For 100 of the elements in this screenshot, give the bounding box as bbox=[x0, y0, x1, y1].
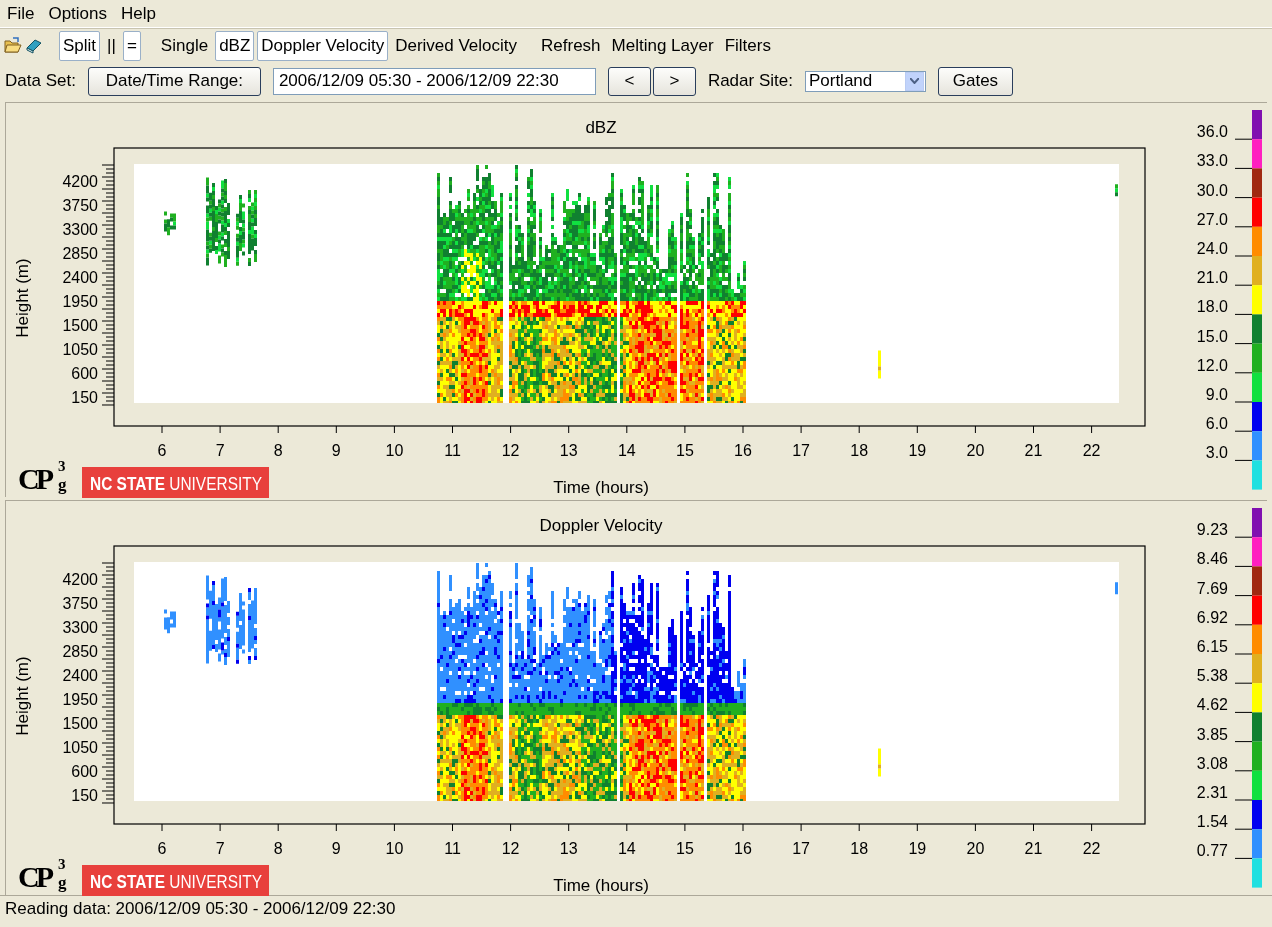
toolbar-button[interactable]: Derived Velocity bbox=[391, 31, 522, 61]
x-tick-label: 15 bbox=[676, 840, 694, 857]
x-tick-label: 17 bbox=[792, 442, 810, 459]
previous-button[interactable]: < bbox=[607, 66, 651, 96]
y-tick-label: 1500 bbox=[62, 317, 98, 334]
y-tick-label: 4200 bbox=[62, 571, 98, 588]
field-label: Radar Site: bbox=[707, 71, 793, 91]
legend-label: 9.0 bbox=[1205, 386, 1228, 403]
menu-item[interactable]: Help bbox=[120, 3, 157, 24]
legend-label: 6.92 bbox=[1196, 608, 1228, 626]
x-tick-label: 7 bbox=[215, 840, 225, 857]
open-folder-icon[interactable] bbox=[4, 37, 22, 55]
y-tick-label: 600 bbox=[71, 365, 98, 382]
x-tick-label: 6 bbox=[157, 840, 167, 857]
legend-label: 9.23 bbox=[1196, 521, 1228, 539]
y-tick-label: 600 bbox=[71, 763, 98, 780]
x-tick-label: 20 bbox=[966, 442, 985, 459]
x-tick-label: 6 bbox=[157, 442, 167, 459]
legend-label: 8.46 bbox=[1196, 550, 1228, 568]
legend-label: 3.85 bbox=[1196, 725, 1228, 743]
x-tick-label: 8 bbox=[273, 442, 283, 459]
x-tick-label: 19 bbox=[908, 442, 927, 459]
legend-label: 5.38 bbox=[1196, 667, 1228, 685]
x-tick-label: 9 bbox=[331, 840, 341, 857]
legend-label: 4.62 bbox=[1196, 696, 1228, 714]
legend-label: 7.69 bbox=[1196, 579, 1228, 597]
legend-label: 27.0 bbox=[1196, 210, 1228, 228]
y-tick-label: 2400 bbox=[62, 269, 98, 286]
y-tick-label: 150 bbox=[71, 389, 98, 406]
y-tick-label: 3300 bbox=[62, 221, 98, 238]
y-tick-label: 1950 bbox=[62, 293, 98, 310]
x-tick-label: 10 bbox=[385, 442, 404, 459]
x-tick-label: 20 bbox=[966, 840, 985, 857]
x-tick-label: 11 bbox=[444, 840, 461, 857]
y-tick-label: 2400 bbox=[62, 667, 98, 684]
legend-label: 21.0 bbox=[1196, 269, 1228, 287]
axis-title: Time (hours) bbox=[553, 876, 649, 895]
x-tick-label: 16 bbox=[734, 442, 752, 459]
field-label: Data Set: bbox=[5, 71, 76, 91]
y-tick-label: 1050 bbox=[62, 341, 98, 358]
radar-site-dropdown[interactable]: Portland bbox=[804, 70, 926, 92]
axis-title: Time (hours) bbox=[553, 478, 649, 497]
x-tick-label: 7 bbox=[215, 442, 225, 459]
toolbar-button[interactable]: dBZ bbox=[215, 31, 255, 61]
axis-title: Height (m) bbox=[13, 258, 32, 338]
x-tick-label: 19 bbox=[908, 840, 927, 857]
y-tick-label: 2850 bbox=[62, 643, 98, 660]
x-tick-label: 14 bbox=[617, 442, 636, 459]
y-tick-label: 1500 bbox=[62, 715, 98, 732]
toolbar-button[interactable]: Doppler Velocity bbox=[257, 31, 389, 61]
menu-item[interactable]: File bbox=[6, 3, 36, 24]
x-tick-label: 8 bbox=[273, 840, 283, 857]
legend-label: 15.0 bbox=[1196, 327, 1228, 345]
legend-label: 6.0 bbox=[1205, 415, 1228, 433]
x-tick-label: 11 bbox=[444, 442, 461, 459]
y-tick-label: 150 bbox=[71, 787, 98, 804]
y-tick-label: 4200 bbox=[62, 173, 98, 190]
legend-label: 30.0 bbox=[1196, 181, 1228, 199]
legend-label: 6.15 bbox=[1196, 638, 1228, 655]
chart-title: dBZ bbox=[585, 118, 617, 137]
menu-item[interactable]: Options bbox=[47, 3, 108, 24]
date-range-button[interactable]: Date/Time Range: bbox=[87, 66, 261, 96]
toolbar-button[interactable]: || bbox=[103, 31, 120, 61]
date-range-field[interactable]: 2006/12/09 05:30 - 2006/12/09 22:30 bbox=[272, 67, 596, 95]
legend-label: 0.77 bbox=[1196, 842, 1228, 860]
x-tick-label: 22 bbox=[1082, 840, 1101, 857]
x-tick-label: 16 bbox=[734, 840, 752, 857]
x-tick-label: 10 bbox=[385, 840, 404, 857]
toolbar-button[interactable]: Filters bbox=[720, 31, 775, 61]
x-tick-label: 21 bbox=[1024, 840, 1043, 857]
toolbar-button[interactable]: Split bbox=[59, 31, 101, 61]
legend-label: 2.31 bbox=[1196, 784, 1228, 801]
y-tick-label: 1050 bbox=[62, 739, 98, 756]
legend-label: 33.0 bbox=[1196, 152, 1228, 170]
x-tick-label: 13 bbox=[559, 442, 578, 459]
x-tick-label: 12 bbox=[501, 840, 520, 857]
legend-label: 12.0 bbox=[1196, 356, 1228, 374]
caret-icon bbox=[909, 78, 919, 84]
axis-title: Height (m) bbox=[13, 656, 32, 736]
y-tick-label: 3750 bbox=[62, 595, 98, 612]
x-tick-label: 13 bbox=[559, 840, 578, 857]
legend-label: 3.0 bbox=[1205, 444, 1228, 462]
x-tick-label: 22 bbox=[1082, 442, 1101, 459]
toolbar-button[interactable]: Single bbox=[156, 31, 213, 61]
x-tick-label: 15 bbox=[676, 442, 694, 459]
toolbar-button[interactable]: Refresh bbox=[537, 31, 605, 61]
next-button[interactable]: > bbox=[652, 66, 696, 96]
legend-label: 1.54 bbox=[1196, 813, 1228, 831]
y-tick-label: 1950 bbox=[62, 691, 98, 708]
y-tick-label: 2850 bbox=[62, 245, 98, 262]
toolbar-button[interactable]: Melting Layer bbox=[607, 31, 718, 61]
book-icon[interactable] bbox=[25, 37, 43, 55]
legend-label: 18.0 bbox=[1196, 298, 1228, 316]
gates-button[interactable]: Gates bbox=[937, 66, 1013, 96]
x-tick-label: 18 bbox=[850, 442, 869, 459]
status-text: Reading data: 2006/12/09 05:30 - 2006/12/09 22:30 bbox=[5, 899, 396, 918]
legend-label: 36.0 bbox=[1196, 123, 1228, 141]
x-tick-label: 18 bbox=[850, 840, 869, 857]
toolbar-button[interactable]: = bbox=[122, 31, 141, 61]
x-tick-label: 12 bbox=[501, 442, 520, 459]
